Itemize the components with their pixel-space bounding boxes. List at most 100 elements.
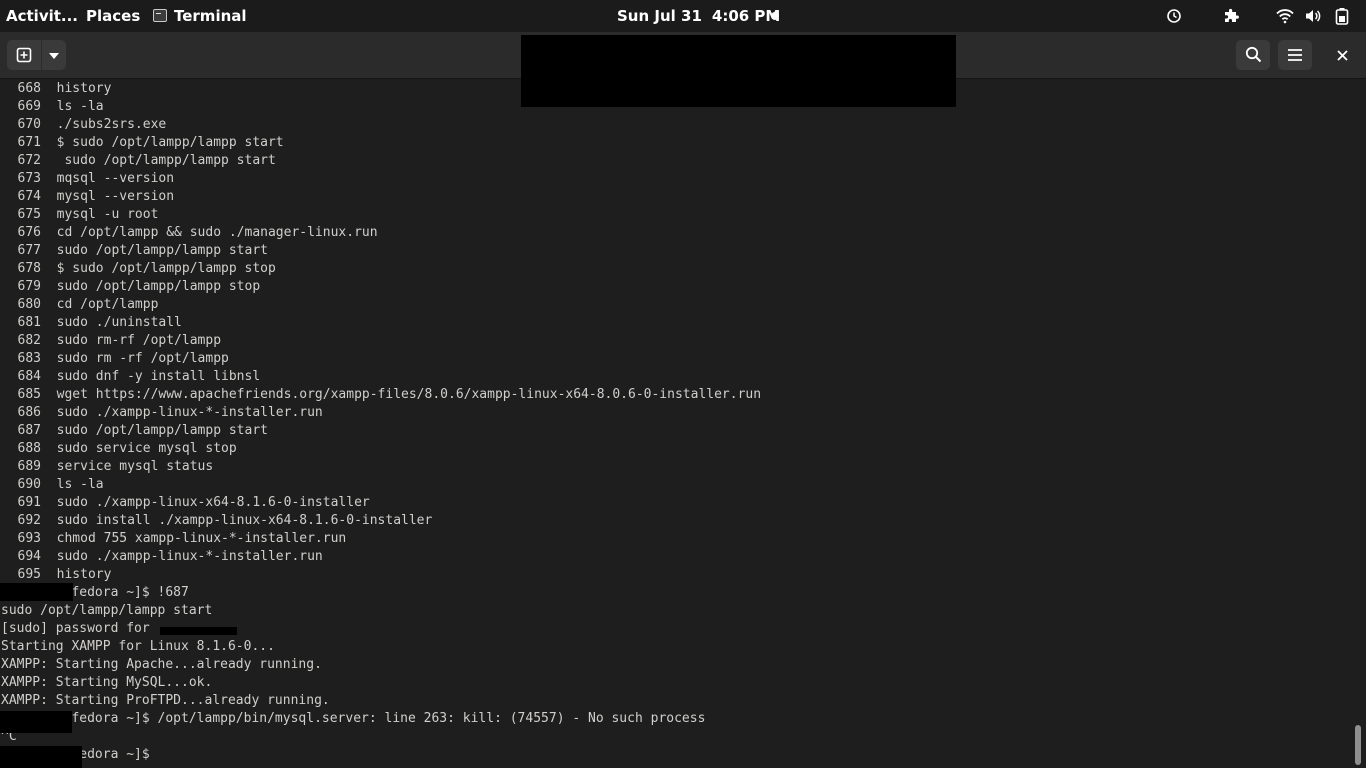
history-command: sudo /opt/lampp/lampp start xyxy=(56,153,276,168)
history-line: 686 sudo ./xampp-linux-*-installer.run xyxy=(1,404,323,422)
history-number: 682 xyxy=(17,333,41,348)
wifi-icon[interactable] xyxy=(1274,0,1296,32)
history-command: cd /opt/lampp xyxy=(56,297,159,312)
history-command: ./subs2srs.exe xyxy=(56,117,167,132)
history-command: sudo /opt/lampp/lampp stop xyxy=(56,279,261,294)
history-number: 684 xyxy=(17,369,41,384)
history-number: 674 xyxy=(17,189,41,204)
new-tab-dropdown-button[interactable] xyxy=(42,40,66,70)
history-command: ls -la xyxy=(56,477,104,492)
history-line: 669 ls -la xyxy=(1,98,104,116)
output-line: sudo /opt/lampp/lampp start xyxy=(1,603,213,618)
redacted-username xyxy=(0,746,82,768)
history-number: 669 xyxy=(17,99,41,114)
history-number: 681 xyxy=(17,315,41,330)
history-command: sudo rm -rf /opt/lampp xyxy=(56,351,229,366)
history-line: 693 chmod 755 xampp-linux-*-installer.ru… xyxy=(1,530,347,548)
terminal-output[interactable]: 668 history 669 ls -la 670 ./subs2srs.exe 6… xyxy=(0,79,1352,768)
history-number: 694 xyxy=(17,549,41,564)
places-menu[interactable]: Places xyxy=(86,0,140,32)
history-number: 691 xyxy=(17,495,41,510)
history-command: wget https://www.apachefriends.org/xampp… xyxy=(56,387,762,402)
history-line: 682 sudo rm-rf /opt/lampp xyxy=(1,332,222,350)
history-line: 681 sudo ./uninstall xyxy=(1,314,182,332)
history-line: 679 sudo /opt/lampp/lampp stop xyxy=(1,278,261,296)
new-tab-button[interactable] xyxy=(7,40,41,70)
history-command: chmod 755 xampp-linux-*-installer.run xyxy=(56,531,347,546)
output-line: XAMPP: Starting Apache...already running… xyxy=(1,657,322,672)
clock-alarm-icon[interactable] xyxy=(1163,0,1185,32)
history-number: 692 xyxy=(17,513,41,528)
history-command: service mysql status xyxy=(56,459,214,474)
history-command: sudo ./uninstall xyxy=(56,315,182,330)
activities-button[interactable]: Activit... xyxy=(6,0,78,32)
history-line: 670 ./subs2srs.exe xyxy=(1,116,167,134)
history-command: $ sudo /opt/lampp/lampp stop xyxy=(56,261,276,276)
history-command: sudo service mysql stop xyxy=(56,441,237,456)
history-number: 688 xyxy=(17,441,41,456)
history-line: 672 sudo /opt/lampp/lampp start xyxy=(1,152,276,170)
terminal-scrollbar[interactable] xyxy=(1355,725,1361,765)
history-number: 673 xyxy=(17,171,41,186)
history-command: sudo ./xampp-linux-*-installer.run xyxy=(56,549,323,564)
history-line: 671 $ sudo /opt/lampp/lampp start xyxy=(1,134,284,152)
output-line: [sudo] password for xyxy=(1,621,150,636)
redacted-username xyxy=(0,711,72,733)
history-number: 672 xyxy=(17,153,41,168)
history-number: 671 xyxy=(17,135,41,150)
plus-square-icon xyxy=(16,47,32,63)
terminal-icon xyxy=(153,9,167,22)
search-icon xyxy=(1245,46,1261,63)
history-command: sudo rm-rf /opt/lampp xyxy=(56,333,222,348)
volume-icon[interactable] xyxy=(1302,0,1324,32)
history-line: 692 sudo install ./xampp-linux-x64-8.1.6… xyxy=(1,512,433,530)
history-command: sudo dnf -y install libnsl xyxy=(56,369,261,384)
history-command: $ sudo /opt/lampp/lampp start xyxy=(56,135,284,150)
history-line: 690 ls -la xyxy=(1,476,104,494)
history-line: 694 sudo ./xampp-linux-*-installer.run xyxy=(1,548,323,566)
history-line: 695 history xyxy=(1,566,112,584)
clock[interactable]: Sun Jul 31 4:06 PM xyxy=(617,0,780,32)
history-command: sudo /opt/lampp/lampp start xyxy=(56,423,268,438)
history-number: 675 xyxy=(17,207,41,222)
history-line: 683 sudo rm -rf /opt/lampp xyxy=(1,350,229,368)
history-line: 687 sudo /opt/lampp/lampp start xyxy=(1,422,268,440)
close-window-button[interactable] xyxy=(1327,40,1357,70)
close-icon xyxy=(1336,50,1348,61)
extensions-icon[interactable] xyxy=(1220,0,1242,32)
output-line: Starting XAMPP for Linux 8.1.6-0... xyxy=(1,639,275,654)
history-number: 677 xyxy=(17,243,41,258)
app-menu-terminal[interactable]: Terminal xyxy=(153,0,247,32)
hamburger-menu-icon xyxy=(1288,49,1302,61)
history-command: mysql -u root xyxy=(56,207,159,222)
output-line: XAMPP: Starting ProFTPD...already runnin… xyxy=(1,693,330,708)
output-line: XAMPP: Starting MySQL...ok. xyxy=(1,675,213,690)
history-line: 684 sudo dnf -y install libnsl xyxy=(1,368,261,386)
history-line: 675 mysql -u root xyxy=(1,206,159,224)
history-number: 686 xyxy=(17,405,41,420)
search-button[interactable] xyxy=(1236,40,1270,70)
history-line: 673 mqsql --version xyxy=(1,170,175,188)
history-line: 678 $ sudo /opt/lampp/lampp stop xyxy=(1,260,276,278)
history-command: sudo /opt/lampp/lampp start xyxy=(56,243,268,258)
history-number: 690 xyxy=(17,477,41,492)
clock-date: Sun Jul 31 xyxy=(617,7,702,25)
output-line: fedora ~]$ /opt/lampp/bin/mysql.server: … xyxy=(1,711,706,726)
history-command: mysql --version xyxy=(56,189,175,204)
history-number: 689 xyxy=(17,459,41,474)
history-number: 687 xyxy=(17,423,41,438)
history-command: history xyxy=(56,81,112,96)
history-number: 668 xyxy=(17,81,41,96)
history-command: cd /opt/lampp && sudo ./manager-linux.ru… xyxy=(56,225,378,240)
main-menu-button[interactable] xyxy=(1278,40,1312,70)
history-number: 678 xyxy=(17,261,41,276)
history-number: 680 xyxy=(17,297,41,312)
history-command: sudo ./xampp-linux-x64-8.1.6-0-installer xyxy=(56,495,370,510)
history-command: mqsql --version xyxy=(56,171,175,186)
history-line: 676 cd /opt/lampp && sudo ./manager-linu… xyxy=(1,224,378,242)
history-command: sudo install ./xampp-linux-x64-8.1.6-0-i… xyxy=(56,513,433,528)
redacted-window-title xyxy=(521,35,956,107)
history-line: 668 history xyxy=(1,80,112,98)
battery-icon[interactable] xyxy=(1332,0,1352,32)
history-line: 691 sudo ./xampp-linux-x64-8.1.6-0-insta… xyxy=(1,494,370,512)
